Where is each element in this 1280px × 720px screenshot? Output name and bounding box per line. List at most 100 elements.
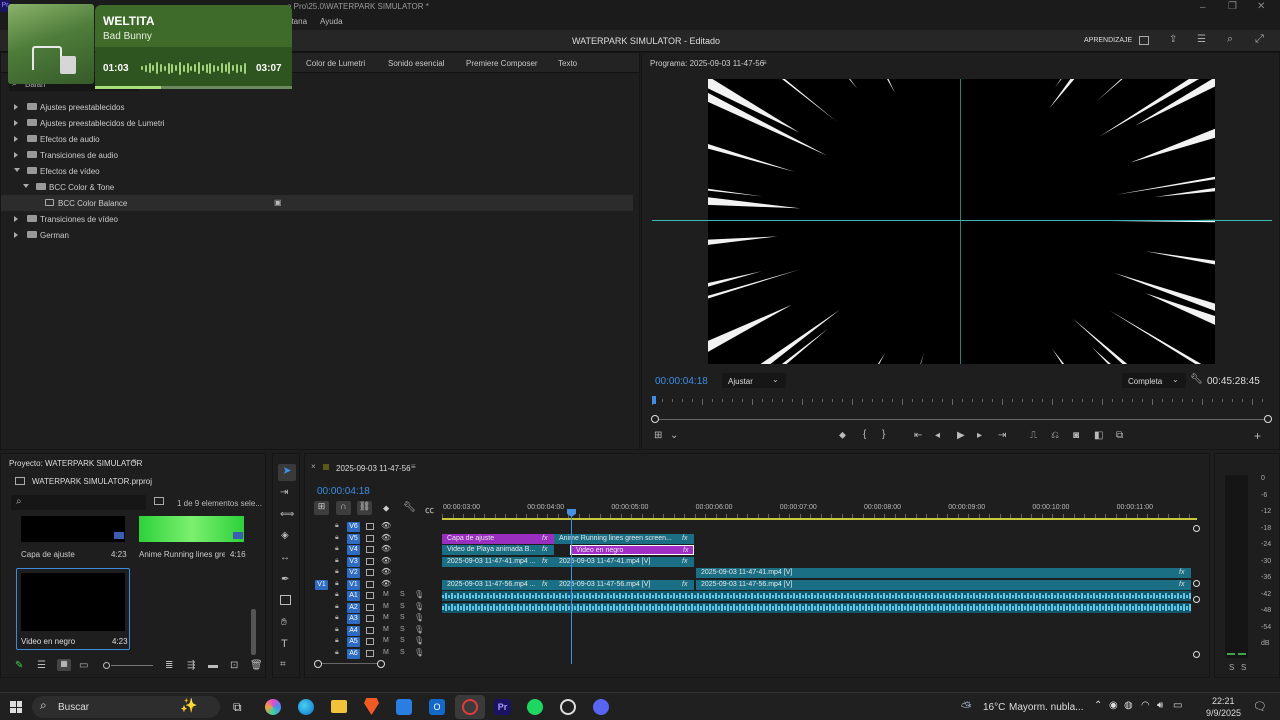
fx-badge-icon[interactable]: fx: [542, 580, 547, 590]
track-label[interactable]: V6: [347, 522, 360, 532]
chevron-down-icon[interactable]: [14, 168, 20, 172]
timeline-clip[interactable]: Video de Playa animada B... fx: [442, 545, 554, 555]
chevron-right-icon[interactable]: [14, 232, 18, 238]
close-icon[interactable]: ✕: [1257, 1, 1265, 12]
tray-app-icon[interactable]: ◉: [1109, 700, 1118, 711]
new-item-icon[interactable]: ⊡: [230, 660, 238, 671]
track-label[interactable]: V3: [347, 556, 360, 567]
work-area-bar[interactable]: [442, 518, 1197, 520]
automate-icon[interactable]: ⇶: [187, 660, 195, 671]
sync-lock-icon[interactable]: [366, 546, 374, 553]
track-label[interactable]: V2: [347, 568, 360, 578]
track-label[interactable]: A2: [347, 602, 360, 613]
effects-tree-item[interactable]: Transiciones de audio: [1, 147, 633, 163]
add-marker-icon[interactable]: ⬥: [383, 503, 389, 514]
new-bin-icon[interactable]: ▬: [208, 660, 218, 671]
effects-tree-item[interactable]: Efectos de audio: [1, 131, 633, 147]
vertical-zoom-top[interactable]: [1193, 525, 1200, 532]
track-label[interactable]: V4: [347, 545, 360, 555]
sync-lock-icon[interactable]: [366, 580, 374, 588]
fx-badge-icon[interactable]: fx: [1179, 580, 1184, 590]
project-search-input[interactable]: ⌕: [11, 495, 146, 510]
list-view-icon[interactable]: ☰: [37, 660, 46, 671]
mute-icon[interactable]: M: [383, 637, 389, 644]
lock-icon[interactable]: 🔒︎: [335, 545, 339, 553]
menu-icon[interactable]: ☰: [1197, 34, 1206, 45]
go-to-in-icon[interactable]: ⇤: [914, 430, 922, 441]
panel-menu-icon[interactable]: ≡: [132, 457, 137, 466]
effects-tree-item[interactable]: Efectos de vídeo: [1, 163, 633, 179]
timeline-clip[interactable]: 2025-09-03 11-47-56.mp4 [V] fx: [696, 579, 1191, 590]
sync-lock-icon[interactable]: [366, 603, 374, 611]
active-app-highlight[interactable]: [455, 695, 485, 719]
icon-view-icon[interactable]: ▦: [57, 659, 71, 671]
go-to-out-icon[interactable]: ⇥: [998, 430, 1006, 441]
trash-icon[interactable]: 🗑︎: [250, 660, 263, 671]
mic-icon[interactable]: 🎙︎: [414, 602, 424, 611]
sync-lock-icon[interactable]: [366, 649, 374, 657]
zoom-bar[interactable]: [652, 419, 1272, 420]
vertical-zoom-audio-top[interactable]: [1193, 596, 1200, 603]
lock-icon[interactable]: 🔒︎: [335, 649, 339, 657]
chevron-right-icon[interactable]: [14, 136, 18, 142]
sync-lock-icon[interactable]: [366, 615, 374, 622]
mute-icon[interactable]: M: [383, 626, 389, 633]
mute-icon[interactable]: M: [383, 649, 389, 656]
vertical-zoom-mid[interactable]: [1193, 580, 1200, 587]
solo-icon[interactable]: S: [400, 649, 405, 656]
pen-tool-icon[interactable]: ✒: [281, 574, 289, 585]
maximize-icon[interactable]: ❐: [1228, 1, 1237, 12]
sync-lock-icon[interactable]: [366, 592, 374, 599]
monitor-playhead[interactable]: [652, 396, 656, 404]
mic-icon[interactable]: 🎙︎: [414, 648, 424, 657]
timeline-clip[interactable]: 2025-09-03 11-47-41.mp4 ... fx: [442, 556, 554, 567]
weather-temp[interactable]: 16°C: [983, 702, 1005, 713]
vertical-zoom-audio-bottom[interactable]: [1193, 651, 1200, 658]
chevron-down-icon[interactable]: ⌄: [670, 430, 678, 441]
fx-badge-icon[interactable]: fx: [682, 580, 687, 590]
effects-tree-item[interactable]: Transiciones de vídeo: [1, 211, 633, 227]
fx-badge-icon[interactable]: fx: [682, 557, 687, 567]
taskbar-search[interactable]: ⌕ Buscar ✨: [32, 696, 220, 718]
brave-icon[interactable]: [364, 698, 379, 715]
eye-icon[interactable]: 👁︎: [381, 579, 391, 588]
mute-icon[interactable]: M: [383, 614, 389, 621]
volume-icon[interactable]: 🔊︎: [1157, 700, 1163, 711]
thumb-capa-ajuste[interactable]: [21, 516, 125, 542]
step-back-icon[interactable]: ◂: [935, 430, 940, 441]
timeline-timecode[interactable]: 00:00:04:18: [317, 486, 370, 497]
lock-icon[interactable]: 🔒︎: [335, 603, 339, 611]
lift-icon[interactable]: ⎍: [1030, 430, 1037, 441]
zoom-handle-right[interactable]: [1264, 415, 1272, 423]
lock-icon[interactable]: 🔒︎: [335, 534, 339, 542]
settings-icon[interactable]: ⊞: [654, 430, 662, 441]
zoom-handle-left[interactable]: [651, 415, 659, 423]
audio-clip[interactable]: [442, 602, 1191, 613]
solo-right[interactable]: S: [1241, 663, 1246, 672]
comparison-view-icon[interactable]: ◧: [1094, 430, 1103, 441]
chevron-right-icon[interactable]: [14, 120, 18, 126]
monitor-time-ruler[interactable]: [652, 397, 1272, 409]
mic-icon[interactable]: 🎙︎: [414, 613, 424, 622]
zoom-handle-right[interactable]: [377, 660, 385, 668]
track-label[interactable]: A6: [347, 648, 360, 659]
solo-icon[interactable]: S: [400, 637, 405, 644]
fx-badge-icon[interactable]: fx: [542, 545, 547, 555]
outlook-icon[interactable]: O: [429, 699, 445, 715]
timeline-clip[interactable]: 2025-09-03 11-47-41.mp4 [V] fx: [696, 568, 1191, 578]
tab-essential-sound[interactable]: Sonido esencial: [388, 59, 444, 68]
eye-icon[interactable]: 👁︎: [381, 544, 391, 553]
snap-icon[interactable]: ∩: [336, 501, 351, 515]
rectangle-tool-icon[interactable]: [280, 595, 291, 605]
timeline-clip[interactable]: 2025-09-03 11-47-56.mp4 [V] fx: [554, 579, 694, 590]
lock-icon[interactable]: 🔒︎: [335, 580, 339, 588]
wifi-icon[interactable]: ◠: [1141, 700, 1150, 711]
ripple-edit-tool-icon[interactable]: ⟺: [280, 509, 294, 520]
copilot-icon[interactable]: [265, 699, 281, 715]
file-explorer-icon[interactable]: [331, 700, 347, 713]
project-scrollbar[interactable]: [251, 609, 256, 655]
marker-icon[interactable]: ⬥: [839, 430, 846, 441]
eye-icon[interactable]: 👁︎: [381, 567, 391, 576]
share-icon[interactable]: ⇪: [1169, 34, 1177, 45]
clock-app-icon[interactable]: [560, 699, 576, 715]
